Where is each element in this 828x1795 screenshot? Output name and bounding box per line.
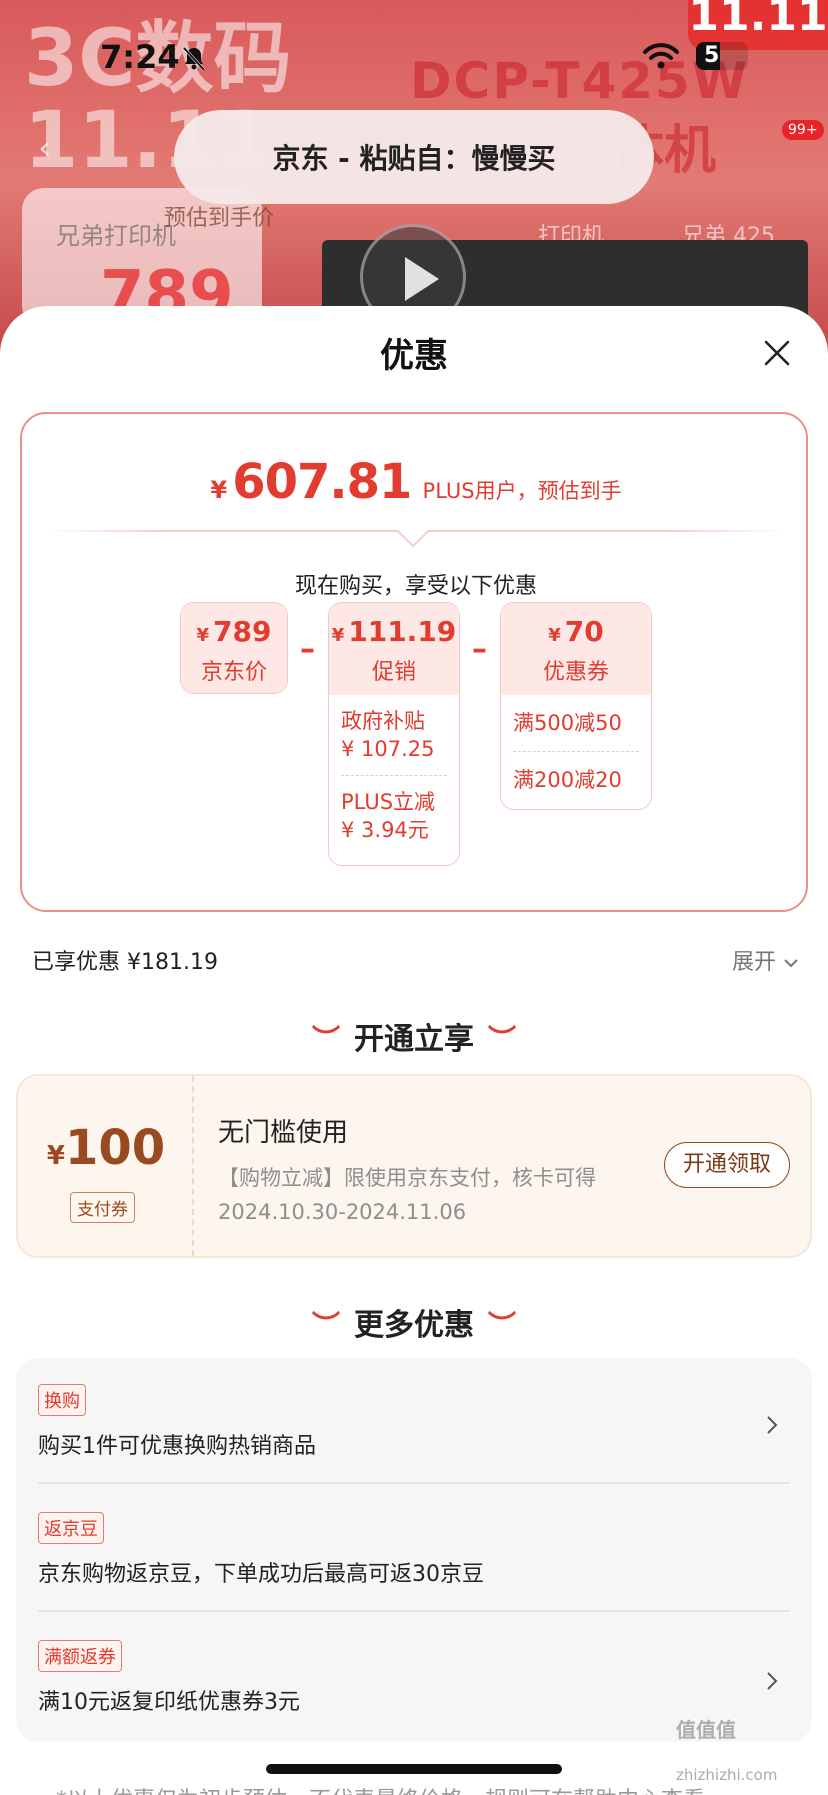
battery-level: 5 [704, 43, 720, 68]
activate-claim-button[interactable]: 开通领取 [664, 1142, 790, 1188]
offer-text: 满10元返复印纸优惠券3元 [38, 1690, 300, 1715]
pay-coupon-tag: 支付券 [70, 1192, 135, 1223]
offer-tag: 返京豆 [38, 1512, 104, 1544]
offer-tag: 满额返券 [38, 1640, 122, 1672]
offer-text: 购买1件可优惠换购热销商品 [38, 1434, 316, 1459]
price-breakdown-card: ¥ 607.81 PLUS用户，预估到手 现在购买，享受以下优惠 ¥789 京东… [20, 412, 808, 912]
estimated-price-note: PLUS用户，预估到手 [422, 479, 622, 503]
open-section-title: ︶ 开通立享 ︶ [311, 1022, 517, 1057]
offer-trade-in[interactable]: 换购 购买1件可优惠换购热销商品 [38, 1384, 790, 1464]
more-section-title: ︶ 更多优惠 ︶ [311, 1308, 517, 1343]
wifi-icon [643, 43, 679, 69]
estimated-price-value: 607.81 [232, 454, 412, 510]
silent-bell-icon [182, 46, 206, 72]
promotion-item: 政府补贴 ¥ 107.25 [341, 709, 435, 761]
estimated-price: ¥ 607.81 PLUS用户，预估到手 [210, 454, 622, 510]
offer-jd-beans: 返京豆 京东购物返京豆，下单成功后最高可返30京豆 [38, 1512, 790, 1592]
decor-left-icon: ︶ [311, 1023, 340, 1056]
pay-coupon-amount-area: ¥100 支付券 [18, 1076, 194, 1256]
pay-coupon-title: 无门槛使用 [218, 1118, 349, 1148]
discount-sheet: 优惠 ¥ 607.81 PLUS用户，预估到手 现在购买，享受以下优惠 ¥789… [0, 306, 828, 1795]
sheet-title: 优惠 [380, 336, 448, 376]
footer-note: *以上优惠仅为初步预估，不代表最终价格，规则可在帮助中心查看 [56, 1782, 705, 1795]
jd-price-label: 京东价 [200, 660, 267, 685]
chevron-right-icon [767, 1672, 778, 1690]
offer-tag: 换购 [38, 1384, 86, 1416]
more-offers-card: 换购 购买1件可优惠换购热销商品 返京豆 京东购物返京豆，下单成功后最高可返30… [16, 1358, 812, 1742]
promotion-box: ¥111.19 促销 政府补贴 ¥ 107.25 PLUS立减 ¥ 3.94元 [328, 602, 460, 866]
home-indicator [266, 1764, 562, 1774]
pay-coupon-desc: 【购物立减】限使用京东支付，核卡可得 [218, 1166, 596, 1190]
decor-left-icon: ︶ [311, 1309, 340, 1342]
offer-text: 京东购物返京豆，下单成功后最高可返30京豆 [38, 1562, 484, 1587]
decor-right-icon: ︶ [488, 1023, 517, 1056]
offer-return-coupon[interactable]: 满额返券 满10元返复印纸优惠券3元 [38, 1640, 790, 1720]
coupon-item: 满500减50 [513, 711, 622, 735]
promotion-item: PLUS立减 ¥ 3.94元 [341, 790, 436, 842]
jd-price-box: ¥789 京东价 [180, 602, 288, 694]
chevron-right-icon [767, 1416, 778, 1434]
back-arrow-icon[interactable]: ‹ [38, 128, 52, 168]
status-time: 7:24 [100, 38, 180, 76]
coupon-item: 满200减20 [513, 768, 622, 792]
background-search-placeholder: 兄弟打印机 [56, 222, 176, 250]
chevron-down-icon [784, 959, 798, 968]
breakdown-subtitle: 现在购买，享受以下优惠 [294, 574, 537, 599]
coupon-value: 70 [564, 615, 604, 648]
divider-notch [397, 516, 429, 548]
cart-badge: 99+ [782, 120, 824, 140]
pay-coupon-card: ¥100 支付券 无门槛使用 【购物立减】限使用京东支付，核卡可得 2024.1… [16, 1074, 812, 1258]
promotion-value: 111.19 [348, 615, 457, 648]
minus-sign: – [472, 632, 487, 667]
battery-indicator: 5 [696, 42, 748, 70]
paste-notification-banner: 京东 - 粘贴自：慢慢买 [174, 110, 654, 204]
pay-coupon-amount: ¥100 [46, 1120, 166, 1176]
promotion-label: 促销 [371, 660, 416, 685]
coupon-label: 优惠券 [542, 660, 609, 685]
watermark-url: zhizhizhi.com [676, 1766, 778, 1784]
minus-sign: – [300, 632, 315, 667]
expand-button[interactable]: 展开 [732, 944, 799, 976]
enjoyed-discount: 已享优惠 ¥181.19 [32, 950, 218, 975]
watermark-logo: 值值值 [676, 1718, 736, 1742]
jd-price-value: 789 [213, 615, 272, 648]
decor-right-icon: ︶ [488, 1309, 517, 1342]
pay-coupon-date: 2024.10.30-2024.11.06 [218, 1200, 467, 1224]
background-est-label: 预估到手价 [164, 206, 275, 231]
close-icon[interactable] [760, 336, 794, 370]
coupon-box: ¥70 优惠券 满500减50 满200减20 [500, 602, 652, 810]
